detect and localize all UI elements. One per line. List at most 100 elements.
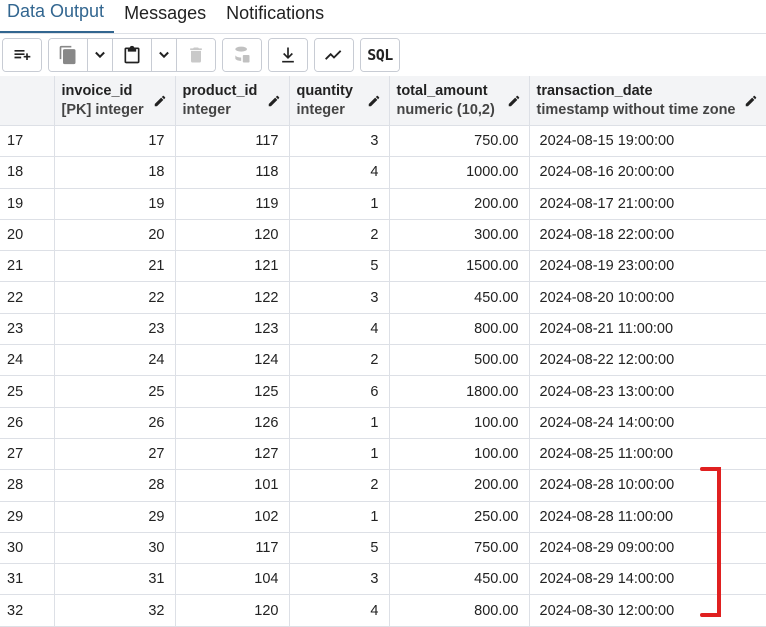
row-number-cell[interactable]: 29 xyxy=(0,501,55,533)
cell-product-id[interactable]: 125 xyxy=(175,375,290,408)
cell-total-amount[interactable]: 100.00 xyxy=(389,407,530,439)
cell-transaction-date[interactable]: 2024-08-24 14:00:00 xyxy=(529,407,766,439)
graph-visualiser-button[interactable] xyxy=(315,39,353,71)
cell-quantity[interactable]: 2 xyxy=(289,469,390,502)
tab-data-output[interactable]: Data Output xyxy=(0,0,115,33)
tab-notifications[interactable]: Notifications xyxy=(216,0,334,33)
cell-transaction-date[interactable]: 2024-08-23 13:00:00 xyxy=(529,375,766,408)
cell-product-id[interactable]: 126 xyxy=(175,407,290,439)
cell-transaction-date[interactable]: 2024-08-16 20:00:00 xyxy=(529,156,766,189)
cell-total-amount[interactable]: 450.00 xyxy=(389,563,530,596)
table-row[interactable]: 32 32 120 4 800.00 2024-08-30 12:00:00 xyxy=(0,594,766,627)
pencil-icon[interactable] xyxy=(744,94,758,108)
cell-product-id[interactable]: 120 xyxy=(175,219,290,252)
cell-total-amount[interactable]: 300.00 xyxy=(389,219,530,252)
cell-quantity[interactable]: 4 xyxy=(289,594,390,627)
cell-transaction-date[interactable]: 2024-08-15 19:00:00 xyxy=(529,125,766,158)
cell-total-amount[interactable]: 800.00 xyxy=(389,313,530,346)
cell-transaction-date[interactable]: 2024-08-21 11:00:00 xyxy=(529,313,766,346)
cell-product-id[interactable]: 117 xyxy=(175,532,290,565)
cell-quantity[interactable]: 5 xyxy=(289,250,390,283)
cell-quantity[interactable]: 5 xyxy=(289,532,390,565)
cell-total-amount[interactable]: 450.00 xyxy=(389,281,530,314)
cell-invoice-id[interactable]: 19 xyxy=(54,188,176,220)
table-row[interactable]: 20 20 120 2 300.00 2024-08-18 22:00:00 xyxy=(0,219,766,252)
cell-invoice-id[interactable]: 23 xyxy=(54,313,176,346)
cell-total-amount[interactable]: 750.00 xyxy=(389,125,530,158)
table-row[interactable]: 25 25 125 6 1800.00 2024-08-23 13:00:00 xyxy=(0,375,766,408)
cell-product-id[interactable]: 104 xyxy=(175,563,290,596)
table-row[interactable]: 21 21 121 5 1500.00 2024-08-19 23:00:00 xyxy=(0,250,766,283)
cell-product-id[interactable]: 123 xyxy=(175,313,290,346)
delete-button[interactable] xyxy=(177,39,215,71)
cell-quantity[interactable]: 6 xyxy=(289,375,390,408)
cell-transaction-date[interactable]: 2024-08-17 21:00:00 xyxy=(529,188,766,220)
download-button[interactable] xyxy=(269,39,307,71)
row-number-cell[interactable]: 18 xyxy=(0,156,55,189)
cell-total-amount[interactable]: 100.00 xyxy=(389,438,530,471)
add-row-button[interactable] xyxy=(3,39,41,71)
cell-total-amount[interactable]: 1800.00 xyxy=(389,375,530,408)
table-row[interactable]: 31 31 104 3 450.00 2024-08-29 14:00:00 xyxy=(0,563,766,596)
tab-messages[interactable]: Messages xyxy=(114,0,216,33)
cell-invoice-id[interactable]: 25 xyxy=(54,375,176,408)
row-number-cell[interactable]: 26 xyxy=(0,407,55,439)
copy-button[interactable] xyxy=(49,39,88,71)
table-row[interactable]: 30 30 117 5 750.00 2024-08-29 09:00:00 xyxy=(0,532,766,565)
table-row[interactable]: 17 17 117 3 750.00 2024-08-15 19:00:00 xyxy=(0,125,766,158)
cell-product-id[interactable]: 117 xyxy=(175,125,290,158)
save-data-button[interactable] xyxy=(223,39,261,71)
cell-invoice-id[interactable]: 21 xyxy=(54,250,176,283)
table-row[interactable]: 28 28 101 2 200.00 2024-08-28 10:00:00 xyxy=(0,469,766,502)
table-row[interactable]: 27 27 127 1 100.00 2024-08-25 11:00:00 xyxy=(0,438,766,471)
cell-quantity[interactable]: 3 xyxy=(289,281,390,314)
cell-transaction-date[interactable]: 2024-08-25 11:00:00 xyxy=(529,438,766,471)
cell-product-id[interactable]: 121 xyxy=(175,250,290,283)
cell-total-amount[interactable]: 250.00 xyxy=(389,501,530,533)
pencil-icon[interactable] xyxy=(267,94,281,108)
row-number-cell[interactable]: 22 xyxy=(0,281,55,314)
cell-total-amount[interactable]: 1500.00 xyxy=(389,250,530,283)
cell-total-amount[interactable]: 200.00 xyxy=(389,469,530,502)
row-number-cell[interactable]: 27 xyxy=(0,438,55,471)
row-number-cell[interactable]: 21 xyxy=(0,250,55,283)
cell-total-amount[interactable]: 800.00 xyxy=(389,594,530,627)
cell-product-id[interactable]: 102 xyxy=(175,501,290,533)
column-header-product-id[interactable]: product_id integer xyxy=(175,76,290,126)
cell-total-amount[interactable]: 1000.00 xyxy=(389,156,530,189)
cell-quantity[interactable]: 1 xyxy=(289,438,390,471)
cell-transaction-date[interactable]: 2024-08-29 14:00:00 xyxy=(529,563,766,596)
cell-invoice-id[interactable]: 22 xyxy=(54,281,176,314)
paste-button[interactable] xyxy=(113,39,152,71)
row-number-cell[interactable]: 25 xyxy=(0,375,55,408)
table-row[interactable]: 19 19 119 1 200.00 2024-08-17 21:00:00 xyxy=(0,188,766,220)
cell-product-id[interactable]: 120 xyxy=(175,594,290,627)
paste-options-button[interactable] xyxy=(152,39,177,71)
cell-transaction-date[interactable]: 2024-08-19 23:00:00 xyxy=(529,250,766,283)
row-number-cell[interactable]: 24 xyxy=(0,344,55,377)
cell-invoice-id[interactable]: 17 xyxy=(54,125,176,158)
row-number-header[interactable] xyxy=(0,76,55,126)
column-header-quantity[interactable]: quantity integer xyxy=(289,76,390,126)
pencil-icon[interactable] xyxy=(153,94,167,108)
table-row[interactable]: 24 24 124 2 500.00 2024-08-22 12:00:00 xyxy=(0,344,766,377)
table-row[interactable]: 22 22 122 3 450.00 2024-08-20 10:00:00 xyxy=(0,281,766,314)
cell-transaction-date[interactable]: 2024-08-28 10:00:00 xyxy=(529,469,766,502)
row-number-cell[interactable]: 28 xyxy=(0,469,55,502)
cell-invoice-id[interactable]: 26 xyxy=(54,407,176,439)
cell-invoice-id[interactable]: 28 xyxy=(54,469,176,502)
cell-invoice-id[interactable]: 31 xyxy=(54,563,176,596)
column-header-invoice-id[interactable]: invoice_id [PK] integer xyxy=(54,76,176,126)
cell-product-id[interactable]: 119 xyxy=(175,188,290,220)
copy-options-button[interactable] xyxy=(88,39,113,71)
column-header-total-amount[interactable]: total_amount numeric (10,2) xyxy=(389,76,530,126)
view-sql-button[interactable]: SQL xyxy=(361,39,399,71)
column-header-transaction-date[interactable]: transaction_date timestamp without time … xyxy=(529,76,766,126)
cell-product-id[interactable]: 122 xyxy=(175,281,290,314)
cell-quantity[interactable]: 1 xyxy=(289,501,390,533)
row-number-cell[interactable]: 17 xyxy=(0,125,55,158)
cell-transaction-date[interactable]: 2024-08-22 12:00:00 xyxy=(529,344,766,377)
cell-invoice-id[interactable]: 24 xyxy=(54,344,176,377)
cell-invoice-id[interactable]: 18 xyxy=(54,156,176,189)
cell-quantity[interactable]: 2 xyxy=(289,219,390,252)
